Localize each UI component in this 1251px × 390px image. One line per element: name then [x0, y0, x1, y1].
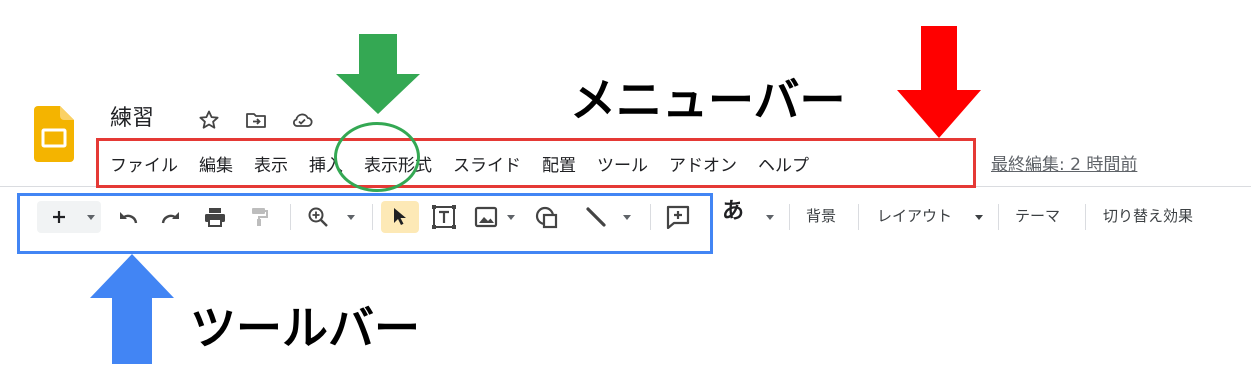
menubar-highlight-box	[96, 138, 976, 188]
chevron-down-icon	[766, 214, 774, 220]
star-icon[interactable]	[197, 108, 221, 132]
toolbar-separator	[858, 204, 859, 230]
toolbar-highlight-box	[17, 193, 713, 254]
move-to-folder-icon[interactable]	[244, 108, 268, 132]
toolbar-separator	[789, 204, 790, 230]
input-tools-dropdown[interactable]	[762, 201, 778, 233]
last-edit-link[interactable]: 最終編集: 2 時間前	[991, 150, 1137, 175]
layout-dropdown[interactable]	[972, 201, 986, 233]
insert-menu-highlight-circle	[334, 122, 420, 192]
layout-button[interactable]: レイアウト	[877, 203, 952, 229]
input-tools-button[interactable]: あ	[722, 199, 744, 225]
blue-up-arrow-icon	[90, 254, 174, 364]
toolbar-separator	[1085, 204, 1086, 230]
document-title[interactable]: 練習	[110, 100, 154, 132]
background-button[interactable]: 背景	[806, 203, 836, 229]
transition-button[interactable]: 切り替え効果	[1103, 203, 1193, 229]
cloud-saved-icon[interactable]	[290, 108, 314, 132]
toolbar-annotation-label: ツールバー	[190, 301, 420, 355]
toolbar-separator	[998, 204, 999, 230]
red-down-arrow-icon	[897, 26, 981, 138]
theme-button[interactable]: テーマ	[1015, 203, 1060, 229]
green-down-arrow-icon	[336, 34, 420, 114]
menubar-annotation-label: メニューバー	[570, 73, 846, 127]
chevron-down-icon	[975, 214, 983, 220]
slides-logo-icon[interactable]	[34, 106, 74, 162]
